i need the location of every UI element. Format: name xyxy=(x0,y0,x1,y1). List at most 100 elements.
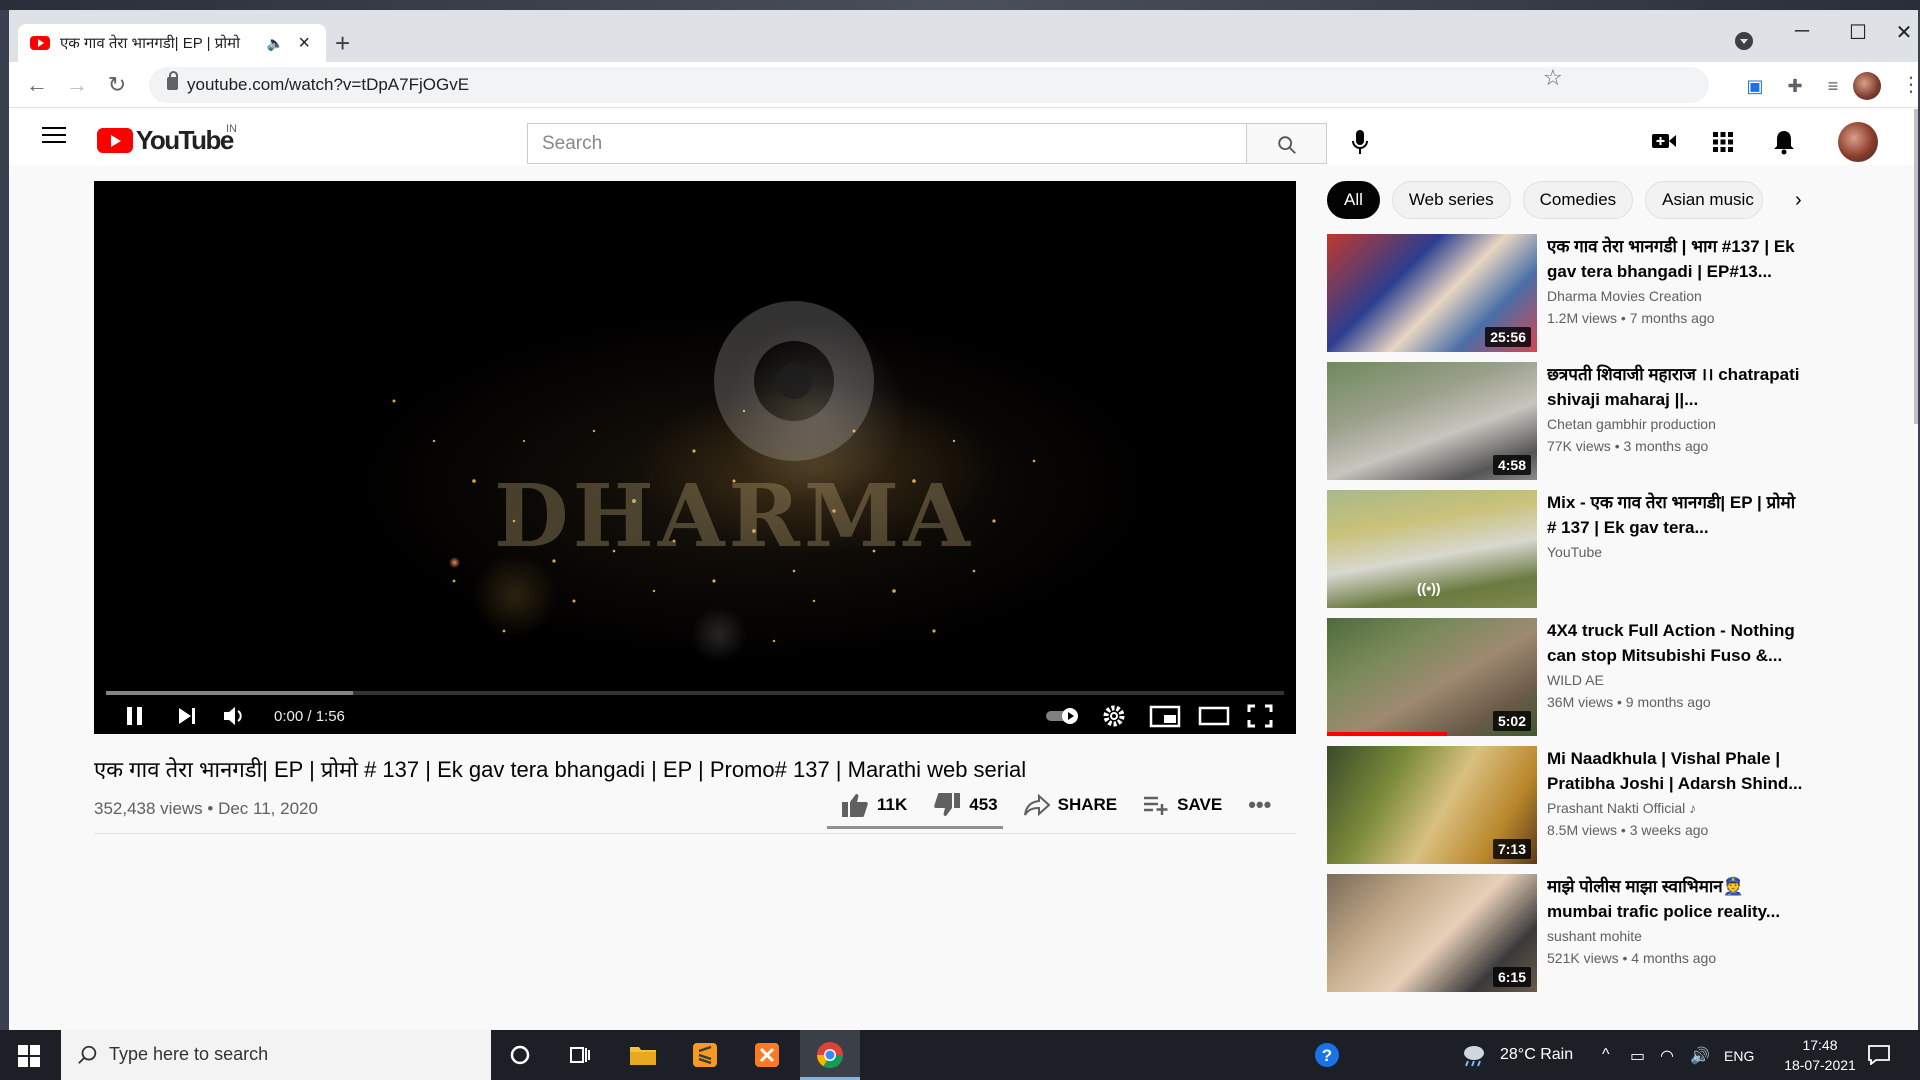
next-video-icon[interactable] xyxy=(176,701,198,731)
video-thumbnail[interactable]: 25:56 xyxy=(1327,234,1537,352)
video-thumbnail[interactable]: 6:15 xyxy=(1327,874,1537,992)
extensions-puzzle-icon[interactable]: ✚ xyxy=(1783,76,1807,97)
system-clock[interactable]: 17:48 18-07-2021 xyxy=(1775,1035,1865,1075)
task-view-icon[interactable] xyxy=(565,1040,595,1070)
video-thumbnail[interactable]: 4:58 xyxy=(1327,362,1537,480)
taskbar-search-box[interactable]: Type here to search xyxy=(61,1030,491,1080)
forward-icon[interactable]: → xyxy=(63,71,91,99)
back-icon[interactable]: ← xyxy=(23,71,51,99)
suggested-video[interactable]: ((•)) Mix - एक गाव तेरा भानगडी| EP | प्र… xyxy=(1327,490,1887,608)
suggested-video-title[interactable]: Mix - एक गाव तेरा भानगडी| EP | प्रोमो # … xyxy=(1547,490,1807,540)
progress-bar[interactable] xyxy=(106,691,1284,695)
language-indicator[interactable]: ENG xyxy=(1724,1048,1754,1064)
channel-name[interactable]: Dharma Movies Creation xyxy=(1547,288,1702,304)
chip-all[interactable]: All xyxy=(1327,181,1380,219)
media-control-icon[interactable]: ≡ xyxy=(1821,76,1845,97)
tab-close-icon[interactable]: × xyxy=(294,32,314,55)
audio-playing-icon[interactable]: 🔈 xyxy=(267,35,284,52)
suggested-video[interactable]: 6:15 माझे पोलीस माझा स्वाभिमान👮 mumbai t… xyxy=(1327,874,1887,992)
page-scrollbar[interactable] xyxy=(1914,109,1918,424)
youtube-header: YouTube IN xyxy=(9,109,1918,165)
address-bar[interactable]: youtube.com/watch?v=tDpA7FjOGvE xyxy=(149,67,1709,103)
suggested-video-title[interactable]: माझे पोलीस माझा स्वाभिमान👮 mumbai trafic… xyxy=(1547,874,1807,924)
chevron-up-icon[interactable]: ^ xyxy=(1602,1046,1610,1064)
chip-comedies[interactable]: Comedies xyxy=(1522,181,1634,219)
weather-text[interactable]: 28°C Rain xyxy=(1500,1046,1573,1064)
dislike-button[interactable]: 453 xyxy=(933,792,998,818)
lock-icon[interactable] xyxy=(167,71,178,90)
desktop-background-left xyxy=(0,10,9,1030)
create-video-icon[interactable] xyxy=(1651,131,1677,151)
channel-name[interactable]: Chetan gambhir production xyxy=(1547,416,1716,432)
view-count-date: 352,438 views • Dec 11, 2020 xyxy=(94,799,318,818)
chip-asian-music[interactable]: Asian music xyxy=(1645,181,1764,219)
url-text[interactable]: youtube.com/watch?v=tDpA7FjOGvE xyxy=(187,75,469,95)
fullscreen-icon[interactable] xyxy=(1247,701,1273,731)
settings-gear-icon[interactable] xyxy=(1101,701,1127,731)
channel-name[interactable]: YouTube xyxy=(1547,544,1602,560)
profile-avatar[interactable] xyxy=(1853,72,1881,100)
channel-name[interactable]: WILD AE xyxy=(1547,672,1604,688)
miniplayer-icon[interactable] xyxy=(1149,701,1181,731)
suggested-video[interactable]: 4:58 छत्रपती शिवाजी महाराज ।। chatrapati… xyxy=(1327,362,1887,480)
suggested-video-title[interactable]: 4X4 truck Full Action - Nothing can stop… xyxy=(1547,618,1807,668)
video-meta: 521K views • 4 months ago xyxy=(1547,950,1717,966)
video-thumbnail[interactable]: ((•)) xyxy=(1327,490,1537,608)
tab-search-icon[interactable] xyxy=(1735,32,1753,50)
youtube-logo[interactable]: YouTube xyxy=(97,125,234,156)
apps-grid-icon[interactable] xyxy=(1712,131,1734,153)
more-actions-icon[interactable]: ••• xyxy=(1248,792,1271,818)
like-ratio-bar xyxy=(827,826,1003,829)
reload-icon[interactable]: ↻ xyxy=(103,71,131,99)
suggested-video[interactable]: 25:56 एक गाव तेरा भानगडी | भाग #137 | Ek… xyxy=(1327,234,1887,352)
cortana-icon[interactable] xyxy=(505,1040,535,1070)
browser-menu-icon[interactable]: ⋮ xyxy=(1901,72,1918,97)
microphone-icon[interactable] xyxy=(1351,129,1369,155)
extension-icon[interactable]: ▣ xyxy=(1743,76,1767,97)
chrome-taskbar-button[interactable] xyxy=(800,1030,860,1080)
clock-date: 18-07-2021 xyxy=(1784,1057,1856,1073)
suggested-video-title[interactable]: एक गाव तेरा भानगडी | भाग #137 | Ek gav t… xyxy=(1547,234,1807,284)
share-button[interactable]: SHARE xyxy=(1023,794,1117,816)
notification-center-icon[interactable] xyxy=(1868,1045,1890,1065)
search-input[interactable] xyxy=(528,124,1246,163)
channel-name[interactable]: sushant mohite xyxy=(1547,928,1642,944)
search-button[interactable] xyxy=(1247,123,1327,164)
volume-icon[interactable] xyxy=(222,701,246,731)
chip-web-series[interactable]: Web series xyxy=(1391,181,1511,219)
video-thumbnail[interactable]: 5:02 xyxy=(1327,618,1537,736)
help-icon[interactable]: ? xyxy=(1312,1040,1342,1070)
user-avatar[interactable] xyxy=(1838,122,1878,162)
xampp-icon[interactable] xyxy=(752,1040,782,1070)
bookmark-star-icon[interactable]: ☆ xyxy=(1543,65,1563,91)
channel-name[interactable]: Prashant Nakti Official ♪ xyxy=(1547,800,1696,816)
notifications-bell-icon[interactable] xyxy=(1773,129,1795,155)
hamburger-menu-icon[interactable] xyxy=(42,127,66,145)
new-tab-button[interactable]: + xyxy=(335,30,350,56)
video-duration: 4:58 xyxy=(1492,455,1531,475)
video-player[interactable]: DHARMA 0:00 / 1:56 xyxy=(94,181,1296,734)
save-button[interactable]: SAVE xyxy=(1143,794,1222,816)
suggested-video-title[interactable]: छत्रपती शिवाजी महाराज ।। chatrapati shiv… xyxy=(1547,362,1807,412)
chevron-right-icon[interactable]: › xyxy=(1795,189,1802,212)
video-thumbnail[interactable]: 7:13 xyxy=(1327,746,1537,864)
suggested-video-title[interactable]: Mi Naadkhula | Vishal Phale | Pratibha J… xyxy=(1547,746,1807,796)
windows-start-icon[interactable] xyxy=(18,1045,40,1067)
maximize-button[interactable]: ☐ xyxy=(1843,20,1873,45)
speaker-icon[interactable]: 🔊 xyxy=(1690,1046,1710,1066)
time-display: 0:00 / 1:56 xyxy=(274,708,345,725)
browser-tab[interactable]: एक गाव तेरा भानगडी| EP | प्रोमो 🔈 × xyxy=(18,24,326,62)
suggested-video[interactable]: 7:13 Mi Naadkhula | Vishal Phale | Prati… xyxy=(1327,746,1887,864)
video-meta: 77K views • 3 months ago xyxy=(1547,438,1709,454)
battery-icon[interactable]: ▭ xyxy=(1630,1046,1645,1066)
close-window-button[interactable]: ✕ xyxy=(1889,20,1918,45)
minimize-button[interactable]: ─ xyxy=(1787,20,1817,43)
theater-mode-icon[interactable] xyxy=(1198,701,1230,731)
pause-icon[interactable] xyxy=(124,701,146,731)
suggested-video[interactable]: 5:02 4X4 truck Full Action - Nothing can… xyxy=(1327,618,1887,736)
autoplay-toggle-icon[interactable] xyxy=(1044,701,1082,731)
file-explorer-icon[interactable] xyxy=(628,1040,658,1070)
sublime-text-icon[interactable] xyxy=(690,1040,720,1070)
like-button[interactable]: 11K xyxy=(841,792,907,818)
wifi-icon[interactable]: ◠ xyxy=(1660,1046,1674,1066)
